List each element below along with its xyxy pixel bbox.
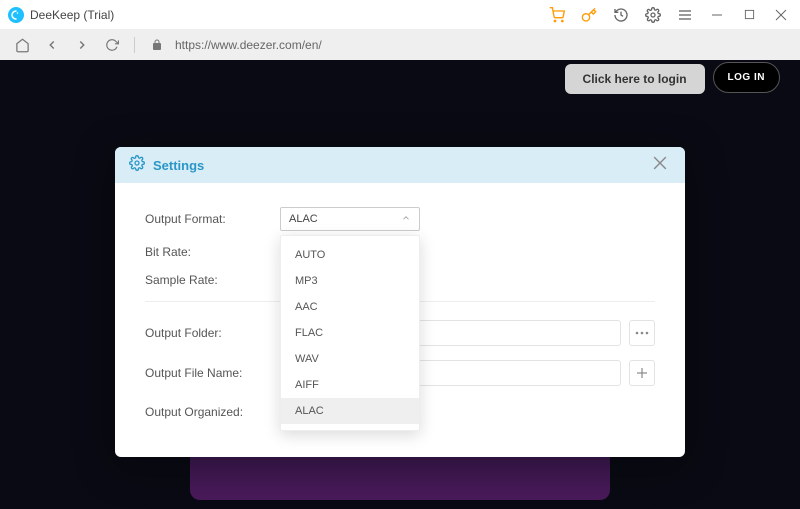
close-button[interactable] [766,1,796,29]
app-logo-icon [8,7,24,23]
format-option-alac[interactable]: ALAC [281,398,419,424]
address-bar: https://www.deezer.com/en/ [0,30,800,60]
label-bit-rate: Bit Rate: [145,245,280,259]
add-filename-button[interactable] [629,360,655,386]
format-option-wav[interactable]: WAV [281,346,419,372]
lock-icon [145,33,169,57]
web-content: Click here to login LOG IN No payment re… [0,60,800,509]
menu-icon[interactable] [670,1,700,29]
output-format-dropdown[interactable]: AUTOMP3AACFLACWAVAIFFALAC [280,235,420,431]
login-button[interactable]: LOG IN [713,62,780,93]
label-output-organized: Output Organized: [145,405,280,419]
format-option-aiff[interactable]: AIFF [281,372,419,398]
browse-button[interactable] [629,320,655,346]
format-option-mp3[interactable]: MP3 [281,268,419,294]
modal-close-icon[interactable] [649,152,671,179]
app-title: DeeKeep (Trial) [30,8,114,22]
settings-modal-header: Settings [115,147,685,183]
label-output-filename: Output File Name: [145,366,280,380]
output-format-value: ALAC [289,213,318,225]
cart-icon[interactable] [542,1,572,29]
gear-icon [129,155,145,176]
home-icon[interactable] [10,33,34,57]
format-option-flac[interactable]: FLAC [281,320,419,346]
forward-icon[interactable] [70,33,94,57]
format-option-auto[interactable]: AUTO [281,242,419,268]
format-option-aac[interactable]: AAC [281,294,419,320]
chevron-up-icon [401,213,411,226]
label-output-folder: Output Folder: [145,326,280,340]
minimize-button[interactable] [702,1,732,29]
label-output-format: Output Format: [145,212,280,226]
maximize-button[interactable] [734,1,764,29]
settings-title: Settings [153,158,204,173]
url-text[interactable]: https://www.deezer.com/en/ [175,38,322,52]
output-format-select[interactable]: ALAC [280,207,420,231]
login-tooltip: Click here to login [565,64,705,94]
title-bar: DeeKeep (Trial) [0,0,800,30]
history-icon[interactable] [606,1,636,29]
settings-gear-icon[interactable] [638,1,668,29]
label-sample-rate: Sample Rate: [145,273,280,287]
back-icon[interactable] [40,33,64,57]
reload-icon[interactable] [100,33,124,57]
key-icon[interactable] [574,1,604,29]
